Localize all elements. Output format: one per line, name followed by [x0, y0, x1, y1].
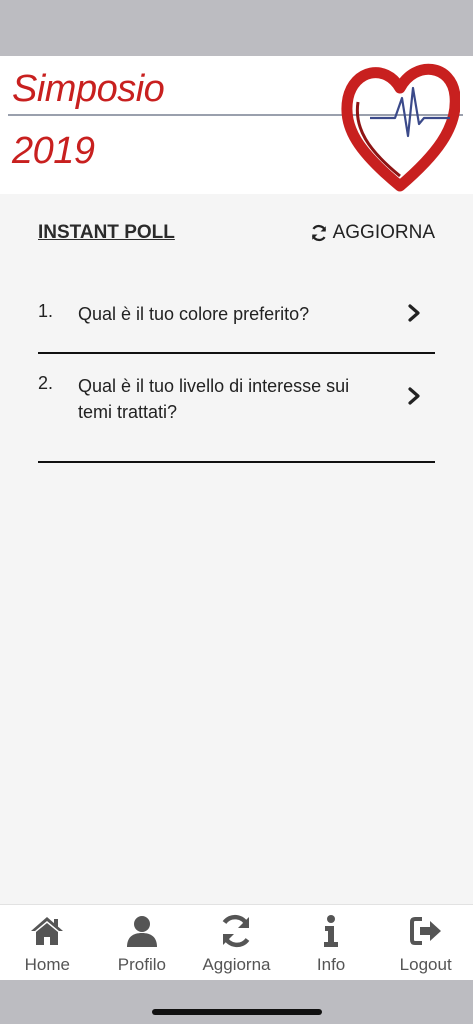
tab-label: Profilo	[117, 955, 166, 974]
poll-screen: INSTANT POLL AGGIORNA 1. Qual è il tuo c…	[0, 194, 473, 904]
app-header: Simposio 2019	[0, 56, 473, 194]
refresh-label: AGGIORNA	[332, 222, 435, 243]
brand-title: Simposio	[12, 68, 165, 110]
tab-profilo[interactable]: Profilo	[95, 905, 190, 981]
brand-year: 2019	[12, 130, 95, 172]
refresh-icon	[223, 914, 250, 948]
poll-list-item[interactable]: 2. Qual è il tuo livello di interesse su…	[38, 354, 435, 463]
chevron-right-icon	[408, 304, 420, 322]
poll-item-number: 1.	[38, 301, 54, 321]
poll-header: INSTANT POLL AGGIORNA	[38, 222, 435, 248]
info-icon	[324, 915, 339, 947]
chevron-right-icon	[408, 387, 420, 405]
poll-list: 1. Qual è il tuo colore preferito? 2. Qu…	[38, 280, 435, 463]
poll-item-question: Qual è il tuo colore preferito?	[78, 304, 310, 324]
refresh-button[interactable]: AGGIORNA	[310, 222, 435, 244]
home-icon	[31, 917, 64, 945]
poll-list-item[interactable]: 1. Qual è il tuo colore preferito?	[38, 280, 435, 354]
heart-ecg-logo-icon	[341, 63, 460, 192]
bottom-tab-bar: Home Profilo Aggiorna Info Logout	[0, 904, 473, 981]
tab-label: Aggiorna	[202, 955, 271, 974]
tab-aggiorna[interactable]: Aggiorna	[189, 905, 284, 981]
tab-logout[interactable]: Logout	[378, 905, 473, 981]
refresh-icon	[311, 224, 326, 242]
user-icon	[126, 916, 157, 947]
tab-home[interactable]: Home	[0, 905, 95, 981]
logout-icon	[409, 917, 441, 945]
tab-label: Home	[24, 955, 70, 974]
tab-info[interactable]: Info	[284, 905, 379, 981]
status-bar	[0, 0, 473, 56]
poll-item-question: Qual è il tuo livello di interesse sui t…	[78, 376, 350, 422]
tab-label: Info	[316, 955, 346, 974]
tab-label: Logout	[399, 955, 452, 974]
page-title: INSTANT POLL	[38, 222, 175, 243]
poll-item-number: 2.	[38, 373, 54, 393]
home-indicator-area	[0, 980, 473, 1024]
home-indicator[interactable]	[152, 1009, 322, 1015]
